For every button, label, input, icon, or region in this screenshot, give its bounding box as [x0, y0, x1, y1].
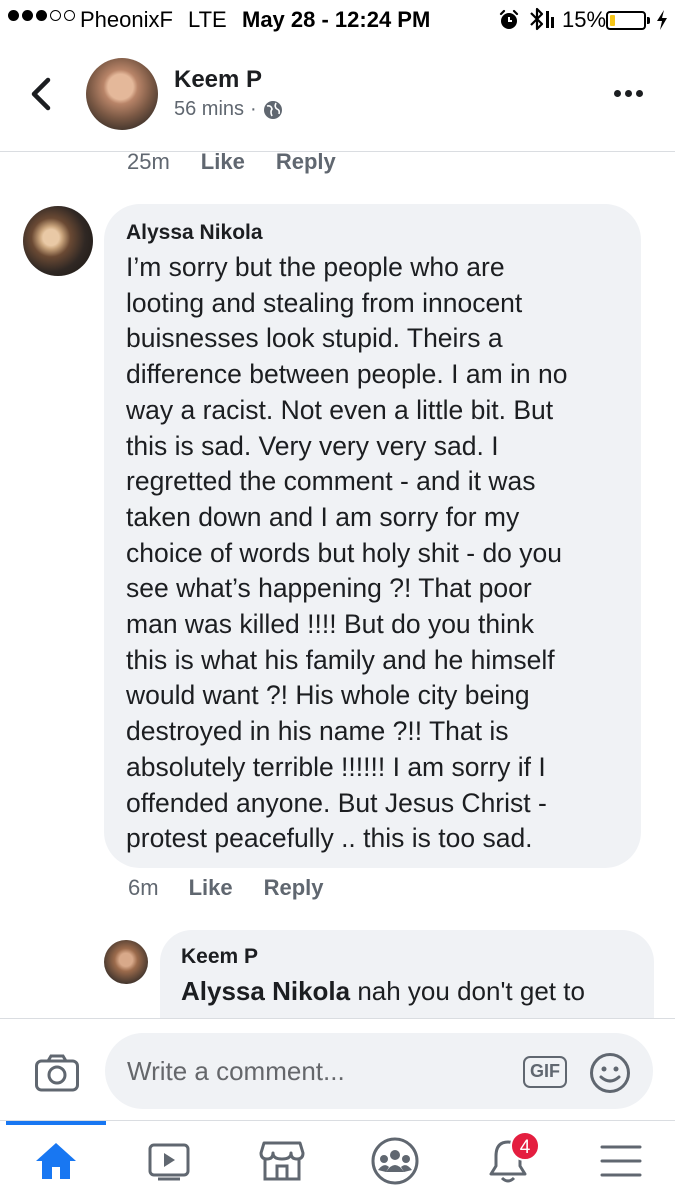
nav-groups[interactable] — [369, 1135, 421, 1187]
groups-icon — [371, 1137, 419, 1185]
battery-percent: 15% — [562, 7, 607, 32]
comment-input[interactable] — [105, 1033, 653, 1109]
menu-icon — [600, 1145, 642, 1177]
more-options-button[interactable] — [614, 90, 643, 97]
carrier-name: PheonixF — [80, 7, 173, 32]
comment-time: 6m — [128, 875, 159, 900]
network-type: LTE — [188, 7, 227, 32]
commenter-avatar[interactable] — [104, 940, 148, 984]
comment-bubble: Alyssa Nikola I’m sorry but the people w… — [104, 204, 641, 868]
camera-button[interactable] — [34, 1053, 80, 1098]
battery-icon — [606, 11, 646, 30]
notification-badge: 4 — [510, 1131, 540, 1161]
nav-home[interactable] — [30, 1135, 82, 1187]
mention-link[interactable]: Alyssa Nikola — [181, 976, 350, 1006]
reply-text: nah you don't get to — [350, 976, 585, 1006]
comment-actions: 25m Like Reply — [127, 149, 336, 175]
comment-composer: GIF — [0, 1018, 675, 1120]
author-name[interactable]: Keem P — [174, 66, 262, 94]
comment-text: I’m sorry but the people who are looting… — [126, 252, 568, 854]
video-icon — [148, 1143, 190, 1181]
like-button[interactable]: Like — [201, 149, 245, 175]
commenter-avatar[interactable] — [23, 206, 93, 276]
comment-author[interactable]: Keem P — [181, 944, 634, 970]
signal-icon — [8, 10, 75, 21]
author-avatar[interactable] — [86, 58, 158, 130]
post-header: Keem P 56 mins · — [0, 40, 675, 152]
emoji-icon — [590, 1053, 630, 1093]
globe-icon — [263, 100, 282, 119]
nav-menu[interactable] — [595, 1135, 647, 1187]
bluetooth-icon — [527, 6, 555, 38]
bottom-nav: 4 — [0, 1120, 675, 1200]
post-time[interactable]: 56 mins — [174, 98, 244, 121]
alarm-icon — [498, 9, 520, 37]
comment-text: Alyssa Nikola nah you don't get to — [181, 974, 634, 1008]
comment-actions: 6m Like Reply — [128, 875, 324, 901]
comment-author[interactable]: Alyssa Nikola — [126, 220, 619, 246]
reply-button[interactable]: Reply — [264, 875, 324, 901]
status-datetime: May 28 - 12:24 PM — [242, 7, 431, 32]
nav-marketplace[interactable] — [256, 1135, 308, 1187]
chevron-left-icon — [31, 77, 51, 111]
reply-button[interactable]: Reply — [276, 149, 336, 175]
gif-button[interactable]: GIF — [523, 1056, 567, 1088]
back-button[interactable] — [26, 76, 56, 112]
camera-icon — [35, 1054, 79, 1092]
more-icon — [614, 90, 621, 97]
status-bar: PheonixF LTE May 28 - 12:24 PM 15% — [0, 0, 675, 40]
home-icon — [36, 1143, 76, 1179]
nav-notifications[interactable]: 4 — [482, 1131, 540, 1187]
nav-video[interactable] — [143, 1135, 195, 1187]
like-button[interactable]: Like — [189, 875, 233, 901]
post-meta: 56 mins · — [174, 98, 283, 121]
comment-time: 25m — [127, 149, 170, 174]
marketplace-icon — [259, 1141, 305, 1181]
meta-separator: · — [250, 98, 257, 120]
active-tab-indicator — [6, 1121, 106, 1125]
charging-icon — [655, 9, 669, 37]
emoji-button[interactable] — [589, 1052, 631, 1099]
